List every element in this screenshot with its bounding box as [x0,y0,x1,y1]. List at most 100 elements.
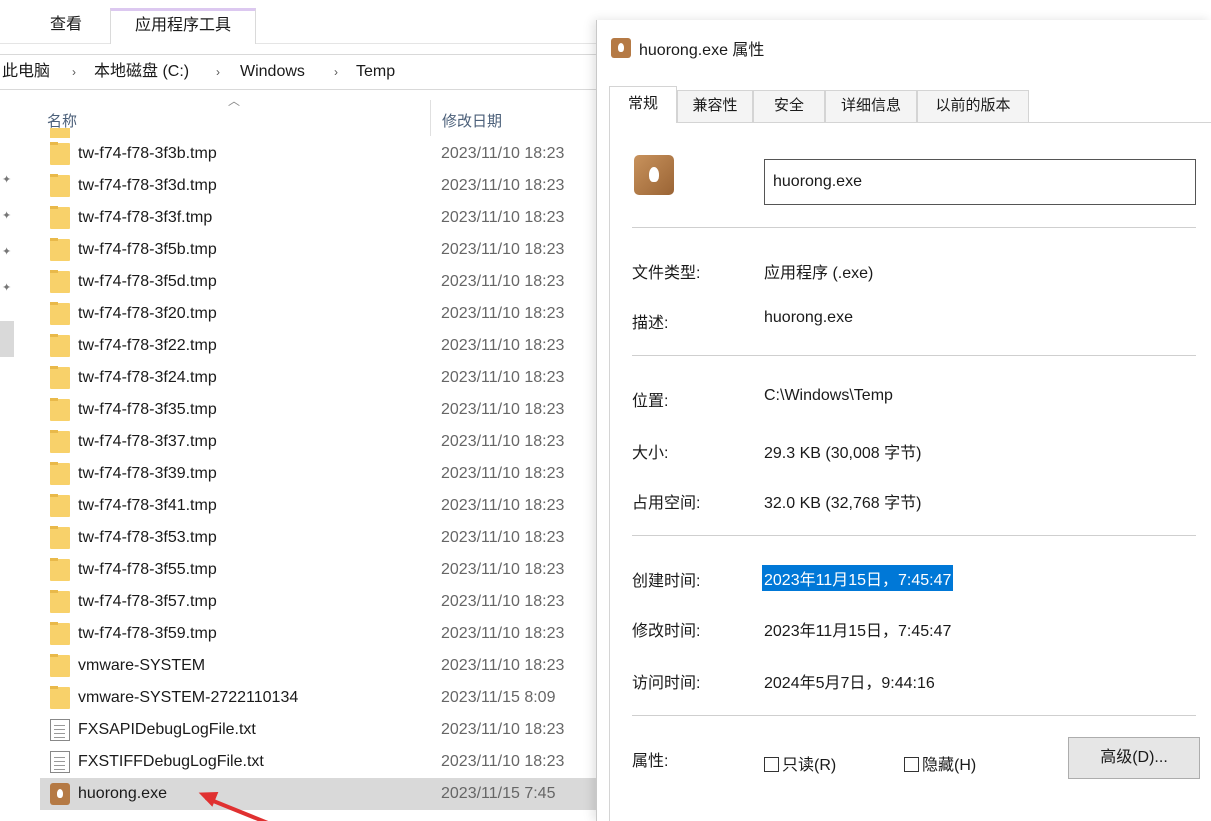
file-type-label: 文件类型: [632,265,701,282]
sort-ascending-icon: ︿ [228,94,241,108]
ribbon-tabs: 查看 应用程序工具 [0,0,600,44]
file-row[interactable]: tw-f74-f78-3f59.tmp 2023/11/10 18:23 [40,618,600,650]
folder-icon [50,238,70,261]
breadcrumb-windows[interactable]: Windows [240,55,305,89]
folder-icon [50,590,70,613]
file-row[interactable]: tw-f74-f78-3f22.tmp 2023/11/10 18:23 [40,330,600,362]
tab-general[interactable]: 常规 [609,86,677,123]
file-row[interactable]: tw-f74-f78-3f57.tmp 2023/11/10 18:23 [40,586,600,618]
address-bar[interactable]: 此电脑 › 本地磁盘 (C:) › Windows › Temp [0,54,600,90]
file-date: 2023/11/10 18:23 [441,401,565,418]
folder-icon [50,366,70,389]
file-name: tw-f74-f78-3f20.tmp [78,305,217,322]
file-date: 2023/11/10 18:23 [441,561,565,578]
partially-visible-row[interactable] [40,128,600,138]
file-row[interactable]: tw-f74-f78-3f41.tmp 2023/11/10 18:23 [40,490,600,522]
dialog-title-bar[interactable]: huorong.exe 属性 [597,20,1211,72]
file-name: tw-f74-f78-3f24.tmp [78,369,217,386]
modified-value[interactable]: 2023年11月15日，7:45:47 [764,617,951,641]
file-row[interactable]: tw-f74-f78-3f37.tmp 2023/11/10 18:23 [40,426,600,458]
file-row[interactable]: tw-f74-f78-3f5d.tmp 2023/11/10 18:23 [40,266,600,298]
file-row[interactable]: FXSTIFFDebugLogFile.txt 2023/11/10 18:23 [40,746,600,778]
tab-details[interactable]: 详细信息 [825,90,917,122]
file-row[interactable]: tw-f74-f78-3f5b.tmp 2023/11/10 18:23 [40,234,600,266]
breadcrumb-chevron-icon[interactable]: › [216,55,220,89]
pin-icon: ✦ [2,246,12,258]
location-value[interactable]: C:\Windows\Temp [764,387,893,405]
file-name: huorong.exe [78,785,167,802]
divider [632,355,1196,356]
ribbon-tab-app-tools[interactable]: 应用程序工具 [110,8,256,44]
file-date: 2023/11/10 18:23 [441,433,565,450]
folder-icon [50,270,70,293]
file-date: 2023/11/10 18:23 [441,305,565,322]
divider [632,227,1196,228]
tab-security[interactable]: 安全 [753,90,825,122]
file-row[interactable]: FXSAPIDebugLogFile.txt 2023/11/10 18:23 [40,714,600,746]
tab-previous-versions[interactable]: 以前的版本 [917,90,1029,122]
checkbox-box[interactable] [904,757,919,772]
file-name: tw-f74-f78-3f41.tmp [78,497,217,514]
file-name: tw-f74-f78-3f3f.tmp [78,209,213,226]
nav-item-selected[interactable] [0,321,14,357]
description-value: huorong.exe [764,309,853,326]
dialog-title: huorong.exe 属性 [639,42,765,59]
location-label: 位置: [632,393,669,410]
size-label: 大小: [632,445,669,462]
created-value[interactable]: 2023年11月15日，7:45:47 [762,565,954,591]
breadcrumb-temp[interactable]: Temp [356,55,395,89]
file-row[interactable]: tw-f74-f78-3f3b.tmp 2023/11/10 18:23 [40,138,600,170]
ribbon-tab-view[interactable]: 查看 [36,8,96,44]
folder-icon [50,334,70,357]
file-date: 2023/11/10 18:23 [441,721,565,738]
file-app-icon [634,155,674,195]
file-row[interactable]: tw-f74-f78-3f20.tmp 2023/11/10 18:23 [40,298,600,330]
accessed-label: 访问时间: [632,675,701,692]
accessed-value[interactable]: 2024年5月7日，9:44:16 [764,669,935,693]
file-name: tw-f74-f78-3f57.tmp [78,593,217,610]
tab-compatibility[interactable]: 兼容性 [677,90,753,122]
advanced-button[interactable]: 高级(D)... [1068,737,1200,779]
file-name: tw-f74-f78-3f39.tmp [78,465,217,482]
folder-icon [50,302,70,325]
hidden-checkbox[interactable]: 隐藏(H) [904,751,976,775]
file-date: 2023/11/15 8:09 [441,689,556,706]
checkbox-box[interactable] [764,757,779,772]
file-row[interactable]: tw-f74-f78-3f24.tmp 2023/11/10 18:23 [40,362,600,394]
breadcrumb-this-pc[interactable]: 此电脑 [2,55,50,89]
file-row[interactable]: tw-f74-f78-3f39.tmp 2023/11/10 18:23 [40,458,600,490]
file-name: tw-f74-f78-3f35.tmp [78,401,217,418]
file-row[interactable]: tw-f74-f78-3f3d.tmp 2023/11/10 18:23 [40,170,600,202]
file-row[interactable]: vmware-SYSTEM 2023/11/10 18:23 [40,650,600,682]
readonly-label: 只读(R) [782,757,837,774]
breadcrumb-local-disk[interactable]: 本地磁盘 (C:) [94,55,189,89]
folder-icon [50,206,70,229]
file-date: 2023/11/10 18:23 [441,625,565,642]
file-name: tw-f74-f78-3f3d.tmp [78,177,217,194]
pin-icon: ✦ [2,210,12,222]
file-date: 2023/11/10 18:23 [441,369,565,386]
file-row[interactable]: huorong.exe 2023/11/15 7:45 [40,778,600,810]
hidden-label: 隐藏(H) [922,757,977,774]
file-name-input[interactable] [764,159,1196,205]
folder-icon [50,430,70,453]
file-type-value: 应用程序 (.exe) [764,265,874,282]
dialog-tabs: 常规 兼容性 安全 详细信息 以前的版本 [609,86,1205,123]
pin-icon: ✦ [2,282,12,294]
file-row[interactable]: tw-f74-f78-3f55.tmp 2023/11/10 18:23 [40,554,600,586]
file-row[interactable]: tw-f74-f78-3f53.tmp 2023/11/10 18:23 [40,522,600,554]
file-name: vmware-SYSTEM-2722110134 [78,689,299,706]
file-row[interactable]: vmware-SYSTEM-2722110134 2023/11/15 8:09 [40,682,600,714]
file-name: tw-f74-f78-3f37.tmp [78,433,217,450]
file-row[interactable]: tw-f74-f78-3f35.tmp 2023/11/10 18:23 [40,394,600,426]
text-file-icon [50,751,70,773]
file-name: tw-f74-f78-3f5b.tmp [78,241,217,258]
properties-dialog: huorong.exe 属性 常规 兼容性 安全 详细信息 以前的版本 文件类型… [596,20,1211,821]
size-on-disk-value: 32.0 KB (32,768 字节) [764,495,922,512]
readonly-checkbox[interactable]: 只读(R) [764,751,836,775]
breadcrumb-chevron-icon[interactable]: › [334,55,338,89]
folder-icon [50,654,70,677]
breadcrumb-chevron-icon[interactable]: › [72,55,76,89]
huorong-app-icon [611,38,631,58]
file-row[interactable]: tw-f74-f78-3f3f.tmp 2023/11/10 18:23 [40,202,600,234]
